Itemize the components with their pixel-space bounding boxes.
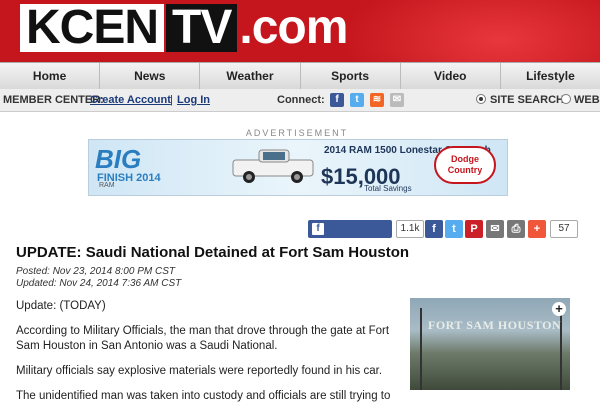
expand-icon[interactable]: + bbox=[552, 302, 566, 316]
article-paragraph: According to Military Officials, the man… bbox=[16, 325, 390, 352]
photo-sign-text: FORT SAM HOUSTON bbox=[428, 318, 562, 332]
site-search-radio[interactable] bbox=[476, 94, 486, 104]
connect-label: Connect: bbox=[277, 94, 325, 106]
nav-item-sports[interactable]: Sports bbox=[301, 63, 401, 89]
web-search-label: WEB bbox=[574, 94, 600, 106]
article-photo[interactable]: FORT SAM HOUSTON + bbox=[410, 298, 570, 390]
create-account-link[interactable]: Create Account bbox=[90, 89, 171, 111]
article-paragraph: Update: (TODAY) bbox=[16, 300, 106, 312]
site-search-label: SITE SEARCH bbox=[490, 94, 564, 106]
member-bar: MEMBER CENTER: Create Account | Log In C… bbox=[0, 89, 600, 112]
share-pinterest-icon[interactable]: P bbox=[465, 220, 483, 238]
recommend-count: 1.1k bbox=[396, 220, 424, 238]
web-search-radio[interactable] bbox=[561, 94, 571, 104]
article-paragraph: The unidentified man was taken into cust… bbox=[16, 390, 391, 402]
header-glow bbox=[340, 0, 600, 62]
nav-item-lifestyle[interactable]: Lifestyle bbox=[501, 63, 600, 89]
share-facebook-icon[interactable]: f bbox=[425, 220, 443, 238]
facebook-icon: f bbox=[312, 223, 324, 235]
logo-kcen: KCEN bbox=[20, 4, 165, 52]
site-header: KCEN TV .com bbox=[0, 0, 600, 62]
ad-big-text: BIG bbox=[95, 144, 142, 174]
article-title: UPDATE: Saudi National Detained at Fort … bbox=[16, 244, 410, 261]
advertisement-label: ADVERTISEMENT bbox=[245, 128, 349, 138]
nav-item-news[interactable]: News bbox=[100, 63, 201, 89]
ad-total-savings-text: Total Savings bbox=[364, 184, 412, 193]
ad-ram-text: RAM bbox=[99, 182, 115, 189]
facebook-icon[interactable]: f bbox=[330, 93, 344, 107]
nav-item-home[interactable]: Home bbox=[0, 63, 101, 89]
share-count: 57 bbox=[550, 220, 578, 238]
logo-dotcom: .com bbox=[239, 1, 348, 54]
updated-date: Updated: Nov 24, 2014 7:36 AM CST bbox=[16, 278, 182, 289]
share-print-icon[interactable]: ⎙ bbox=[507, 220, 525, 238]
main-nav: Home News Weather Sports Video Lifestyle bbox=[0, 62, 600, 90]
twitter-icon[interactable]: t bbox=[350, 93, 364, 107]
share-email-icon[interactable]: ✉ bbox=[486, 220, 504, 238]
advertisement-banner[interactable]: BIG FINISH 2014 RAM 2014 RAM 1500 Lonest… bbox=[88, 139, 508, 196]
nav-item-video[interactable]: Video bbox=[401, 63, 501, 89]
log-in-link[interactable]: Log In bbox=[177, 89, 210, 111]
truck-image bbox=[232, 149, 314, 183]
share-twitter-icon[interactable]: t bbox=[445, 220, 463, 238]
rss-icon[interactable]: ≋ bbox=[370, 93, 384, 107]
member-center-label: MEMBER CENTER: bbox=[3, 94, 104, 106]
dealer-logo: Dodge Country bbox=[434, 146, 496, 184]
site-logo[interactable]: KCEN TV .com bbox=[20, 1, 348, 54]
share-more-icon[interactable]: + bbox=[528, 220, 546, 238]
article-paragraph: Military officials say explosive materia… bbox=[16, 365, 383, 377]
facebook-recommend-button[interactable]: fRecommend bbox=[308, 220, 392, 253]
email-icon[interactable]: ✉ bbox=[390, 93, 404, 107]
logo-tv: TV bbox=[166, 4, 238, 52]
photo-pole bbox=[420, 308, 422, 390]
nav-item-weather[interactable]: Weather bbox=[200, 63, 301, 89]
member-separator: | bbox=[170, 94, 173, 106]
posted-date: Posted: Nov 23, 2014 8:00 PM CST bbox=[16, 266, 175, 277]
